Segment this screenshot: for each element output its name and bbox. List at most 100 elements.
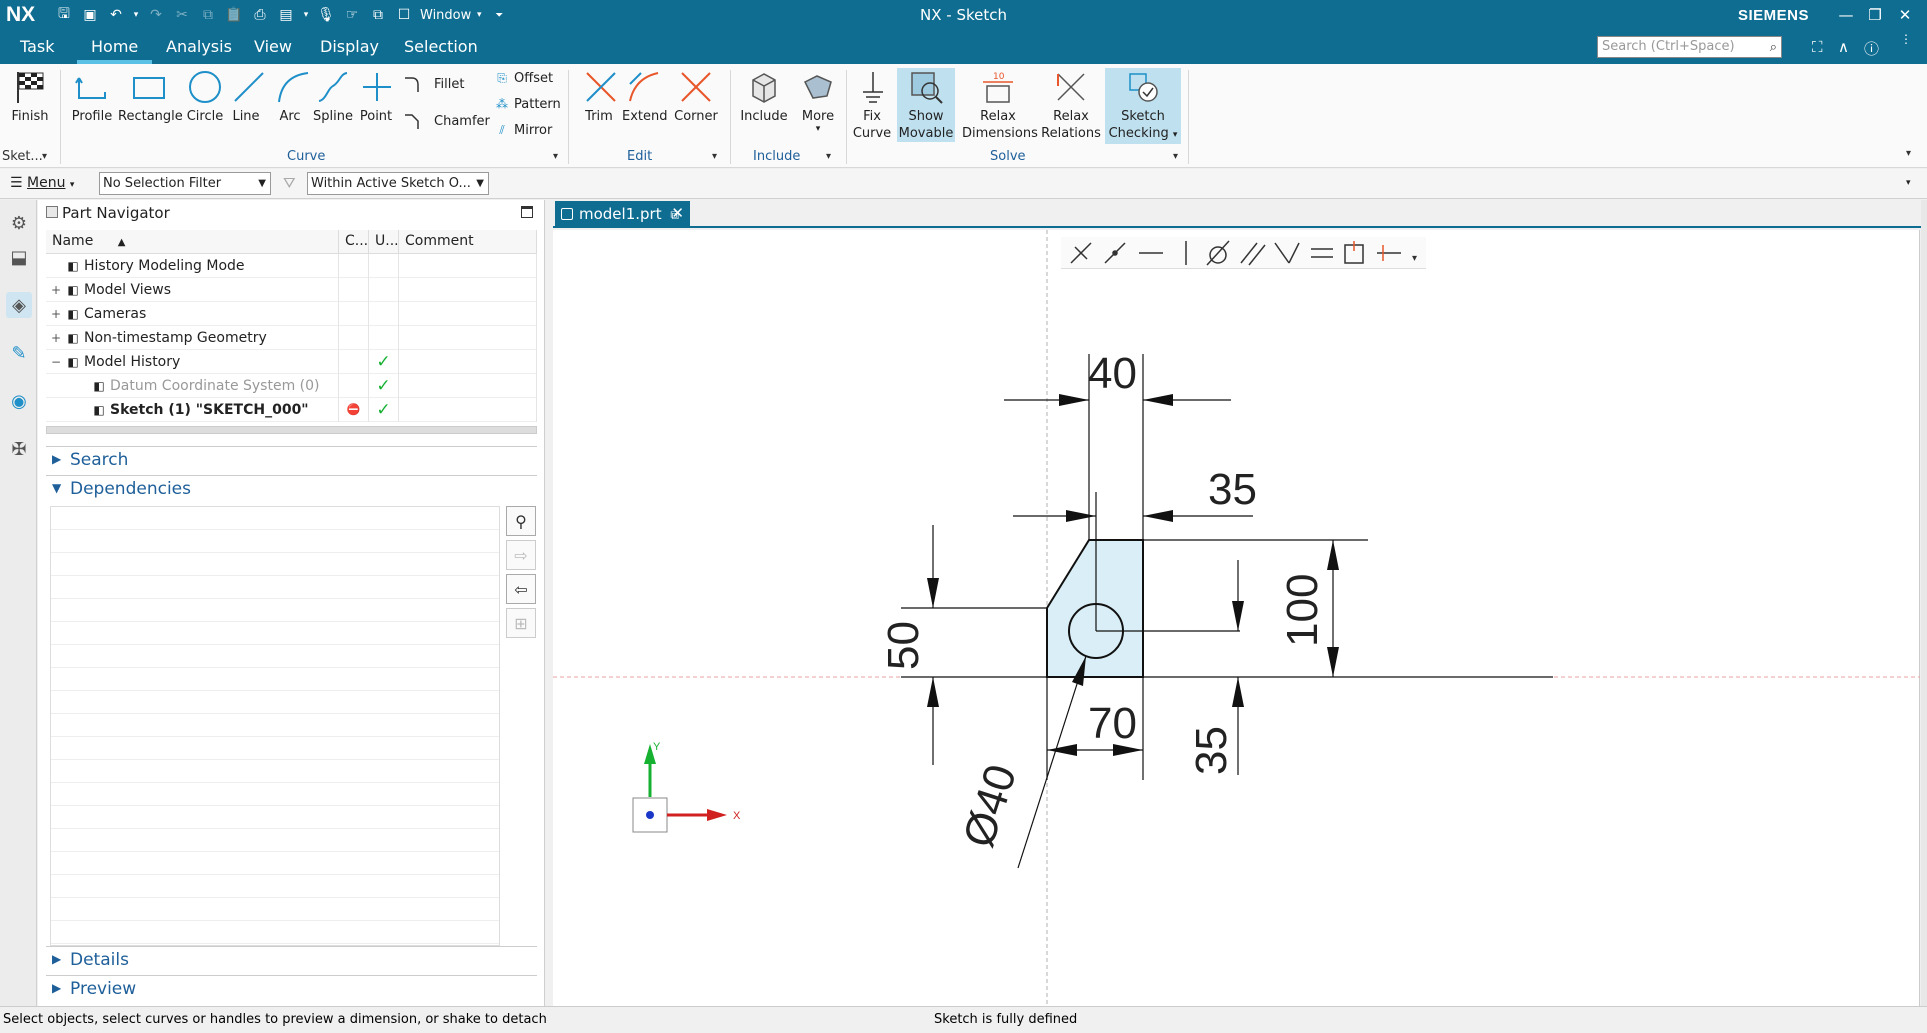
layout-icon[interactable]: ▤ (276, 5, 296, 25)
pattern-button[interactable]: ⁂ Pattern (494, 96, 561, 112)
touch-mode-icon[interactable]: ☞ (342, 5, 362, 25)
sketch-group-label[interactable]: Sket... (2, 149, 43, 164)
arc-button[interactable]: Arc (272, 68, 309, 125)
dependencies-forward-button[interactable]: ⇨ (506, 540, 536, 570)
assembly-navigator-icon[interactable]: ⬓ (6, 244, 32, 270)
undo-icon[interactable]: ↶ (106, 5, 126, 25)
include-group-dropdown-icon[interactable]: ▾ (826, 151, 831, 162)
column-header-name[interactable]: Name ▲ (46, 230, 339, 253)
fix-curve-button[interactable]: Fix Curve (852, 68, 892, 142)
details-section-header[interactable]: ▶ Details (46, 946, 537, 972)
rectangle-button[interactable]: Rectangle (118, 68, 183, 125)
switch-window-icon[interactable]: ⧉ (368, 5, 388, 25)
finish-sketch-button[interactable]: Finish (6, 68, 54, 125)
show-movable-button[interactable]: Show Movable (897, 68, 955, 142)
save-all-icon[interactable]: ▣ (80, 5, 100, 25)
tab-home[interactable]: Home (76, 37, 153, 64)
restore-button[interactable]: ❐ (1860, 4, 1890, 26)
tab-task[interactable]: Task (20, 37, 55, 56)
dependencies-zoom-button[interactable]: ⚲ (506, 506, 536, 536)
tools-icon[interactable]: ✠ (6, 436, 32, 462)
tree-row[interactable]: ◧ Datum Coordinate System (0) ✓ (46, 373, 537, 398)
fillet-button[interactable]: Fillet (404, 76, 464, 92)
maximize-panel-icon[interactable] (521, 206, 533, 218)
layout-dropdown-icon[interactable]: ▾ (302, 5, 310, 25)
preview-section-header[interactable]: ▶ Preview (46, 975, 537, 1001)
tree-horizontal-scrollbar[interactable] (46, 426, 537, 434)
graphics-vertical-scrollbar[interactable] (1921, 200, 1927, 1006)
column-header-u[interactable]: U... (369, 230, 399, 253)
sketch-group-dropdown-icon[interactable]: ▾ (42, 151, 47, 162)
selection-scope-select[interactable]: Within Active Sketch O... ▼ (307, 172, 489, 195)
edit-group-dropdown-icon[interactable]: ▾ (712, 151, 717, 162)
search-section-header[interactable]: ▶ Search (46, 446, 537, 472)
tab-view[interactable]: View (254, 37, 292, 56)
include-button[interactable]: Include (738, 68, 790, 125)
solve-group-dropdown-icon[interactable]: ▾ (1173, 151, 1178, 162)
tab-analysis[interactable]: Analysis (166, 37, 232, 56)
customize-qat-icon[interactable]: ⏷ (489, 5, 509, 25)
circle-button[interactable]: Circle (184, 68, 226, 125)
tab-display[interactable]: Display (320, 37, 379, 56)
trim-button[interactable]: Trim (580, 68, 618, 125)
tree-row[interactable]: − ◧ Model History ✓ (46, 349, 537, 374)
ribbon-options-dropdown-icon[interactable]: ▾ (1906, 148, 1911, 159)
mirror-button[interactable]: ⫽ Mirror (494, 122, 552, 138)
corner-button[interactable]: Corner (672, 68, 720, 125)
command-search-input[interactable]: Search (Ctrl+Space) ⌕ (1597, 36, 1782, 58)
search-icon[interactable]: ⌕ (1770, 38, 1777, 58)
overflow-icon[interactable]: ⋮ (1900, 32, 1912, 46)
redo-icon[interactable]: ↷ (146, 5, 166, 25)
window-icon[interactable]: ☐ (394, 5, 414, 25)
minimize-button[interactable]: — (1831, 4, 1861, 26)
document-tab-model1[interactable]: model1.prt ⧉ ✕ (555, 201, 690, 228)
tree-expander-icon[interactable]: + (50, 331, 62, 345)
selection-bar-options-icon[interactable]: ▾ (1906, 178, 1911, 188)
line-button[interactable]: Line (228, 68, 264, 125)
undo-dropdown-icon[interactable]: ▾ (132, 5, 140, 25)
relax-dimensions-button[interactable]: 10 Relax Dimensions (962, 68, 1038, 142)
fullscreen-icon[interactable]: ⛶ (1812, 38, 1823, 56)
spline-button[interactable]: Spline (312, 68, 354, 125)
chamfer-button[interactable]: Chamfer (404, 113, 490, 129)
tree-row[interactable]: ◧ Sketch (1) "SKETCH_000" ⛔ ✓ (46, 397, 537, 422)
tree-expander-icon[interactable]: + (50, 307, 62, 321)
print-icon[interactable]: ⎙ (250, 5, 270, 25)
close-tab-icon[interactable]: ✕ (671, 204, 684, 222)
tree-row[interactable]: + ◧ Model Views (46, 277, 537, 302)
dependencies-section-header[interactable]: ▼ Dependencies (46, 475, 537, 501)
relax-relations-button[interactable]: Relax Relations (1040, 68, 1102, 142)
window-dropdown-icon[interactable]: ▾ (475, 5, 483, 25)
sketch-checking-dropdown-icon[interactable]: ▾ (1173, 130, 1178, 140)
close-button[interactable]: ✕ (1890, 4, 1920, 26)
point-button[interactable]: Point (356, 68, 396, 125)
tree-row[interactable]: ◧ History Modeling Mode (46, 253, 537, 278)
menu-button[interactable]: ☰ Menu ▾ (10, 175, 74, 191)
selection-filter-select[interactable]: No Selection Filter ▼ (99, 172, 271, 195)
copy-icon[interactable]: ⧉ (198, 5, 218, 25)
part-navigator-icon[interactable]: ◈ (6, 292, 32, 318)
microphone-icon[interactable]: 🎙 (316, 5, 336, 25)
graphics-window[interactable]: ▾ 40 35 50 100 70 35 Ø40 Y X (553, 230, 1920, 1006)
curve-group-dropdown-icon[interactable]: ▾ (553, 151, 558, 162)
column-header-comment[interactable]: Comment (399, 230, 537, 253)
offset-button[interactable]: ⎘ Offset (494, 70, 553, 86)
tree-row[interactable]: + ◧ Cameras (46, 301, 537, 326)
column-header-c[interactable]: C... (339, 230, 369, 253)
cut-icon[interactable]: ✂ (172, 5, 192, 25)
paste-icon[interactable]: 📋 (224, 5, 244, 25)
tree-expander-icon[interactable]: − (50, 355, 62, 369)
tree-row[interactable]: + ◧ Non-timestamp Geometry (46, 325, 537, 350)
sketch-checking-button[interactable]: Sketch Checking ▾ (1105, 68, 1181, 144)
save-icon[interactable]: 🖫 (54, 5, 74, 25)
collapse-ribbon-icon[interactable]: ∧ (1838, 38, 1849, 56)
web-browser-icon[interactable]: ◉ (6, 388, 32, 414)
settings-gear-icon[interactable]: ⚙ (6, 210, 32, 236)
sketch-navigator-icon[interactable]: ✎ (6, 340, 32, 366)
extend-button[interactable]: Extend (622, 68, 668, 125)
tab-selection[interactable]: Selection (404, 37, 478, 56)
dependencies-back-button[interactable]: ⇦ (506, 574, 536, 604)
profile-button[interactable]: Profile (68, 68, 116, 125)
more-button[interactable]: More ▾ (796, 68, 840, 134)
window-menu[interactable]: Window (420, 8, 471, 23)
